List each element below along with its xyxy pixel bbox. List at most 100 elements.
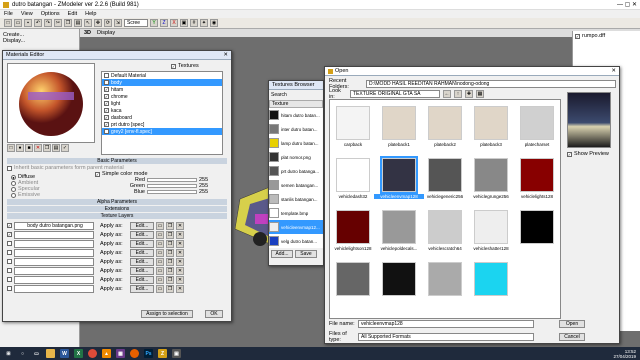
layer-copy-icon[interactable]: ❐	[166, 284, 174, 293]
lock-icon[interactable]: ▣	[180, 19, 188, 27]
edit-button[interactable]: Edit...	[130, 284, 154, 293]
material-item[interactable]: Default Material	[102, 72, 222, 79]
menu-help[interactable]: Help	[85, 11, 96, 17]
close-icon[interactable]: ✕	[223, 52, 228, 58]
light-icon[interactable]: ✦	[200, 19, 208, 27]
texture-item[interactable]: velg dutro batan...	[269, 234, 323, 248]
ambient-radio[interactable]	[11, 180, 16, 186]
select-icon[interactable]: ↖	[84, 19, 92, 27]
explorer-icon[interactable]	[46, 349, 55, 358]
taskview-icon[interactable]: ▭	[32, 349, 41, 358]
search-icon[interactable]: ○	[18, 349, 27, 358]
blue-value[interactable]: 255	[199, 189, 208, 195]
material-item[interactable]: body	[102, 79, 222, 86]
clock[interactable]: 13:52 27/04/2019	[613, 349, 640, 359]
green-bar[interactable]	[147, 184, 197, 188]
rotate-icon[interactable]: ⟳	[104, 19, 112, 27]
recent-folders-dropdown[interactable]: D:\MODD HASIL REEDITAN RAHMAN\nodong-odo…	[366, 80, 616, 88]
grid-icon[interactable]: #	[190, 19, 198, 27]
material-item[interactable]: ✓ grey2 [env-fl.spec]	[102, 128, 222, 135]
basic-params-header[interactable]: Basic Parameters	[7, 158, 227, 164]
material-item[interactable]: ✓ hitam	[102, 86, 222, 93]
undo-icon[interactable]: ↶	[34, 19, 42, 27]
layer-delete-icon[interactable]: ✕	[176, 248, 184, 257]
edit-button[interactable]: Edit...	[130, 221, 154, 230]
layer-copy-icon[interactable]: ❐	[166, 239, 174, 248]
layer-texture-field[interactable]	[14, 275, 94, 284]
material-checkbox[interactable]: ✓	[104, 129, 109, 134]
open-icon[interactable]: ▭	[14, 19, 22, 27]
texture-item[interactable]: prt dutro batanga...	[269, 164, 323, 178]
menu-file[interactable]: File	[4, 11, 13, 17]
assign-button[interactable]: Assign to selection	[141, 310, 193, 318]
save-button[interactable]: Save	[295, 250, 317, 258]
file-thumbnail[interactable]	[474, 210, 508, 244]
material-item[interactable]: ✓ light	[102, 100, 222, 107]
layer-texture-field[interactable]	[14, 230, 94, 239]
layer-copy-icon[interactable]: ❐	[166, 230, 174, 239]
specular-radio[interactable]	[11, 186, 16, 192]
layer-texture-field[interactable]	[14, 257, 94, 266]
back-icon[interactable]: ←	[443, 90, 451, 98]
edit-button[interactable]: Edit...	[130, 248, 154, 257]
file-thumbnail[interactable]	[382, 210, 416, 244]
delete-icon[interactable]: ✕	[34, 144, 42, 152]
layer-checkbox[interactable]	[7, 286, 12, 291]
file-thumbnail[interactable]	[336, 106, 370, 140]
up-folder-icon[interactable]: ↑	[454, 90, 462, 98]
textures-toggle[interactable]: ✓ Textures	[171, 63, 199, 69]
viewport-tab[interactable]: 3D	[84, 30, 91, 36]
axis-y-icon[interactable]: Y	[150, 19, 158, 27]
file-grid[interactable]: carpback plateback1 plateback2 plateback3 pl…	[329, 99, 561, 319]
file-thumbnail[interactable]	[428, 158, 462, 192]
layer-copy-icon[interactable]: ❐	[166, 275, 174, 284]
file-thumbnail[interactable]	[520, 106, 554, 140]
layer-checkbox[interactable]: ✓	[7, 223, 12, 228]
material-item[interactable]: ✓ kaca	[102, 107, 222, 114]
file-thumbnail[interactable]	[428, 210, 462, 244]
filetype-dropdown[interactable]: All Supported Formats	[358, 333, 534, 341]
edit-button[interactable]: Edit...	[130, 230, 154, 239]
file-thumbnail[interactable]	[336, 210, 370, 244]
layer-texture-field[interactable]	[14, 284, 94, 293]
app-task-icon[interactable]: ▣	[172, 349, 181, 358]
file-thumbnail[interactable]	[336, 262, 370, 296]
texture-item[interactable]: hitam dutro batan...	[269, 108, 323, 122]
layer-checkbox[interactable]	[7, 250, 12, 255]
layer-delete-icon[interactable]: ✕	[176, 266, 184, 275]
vlc-icon[interactable]: ▲	[102, 349, 111, 358]
file-thumbnail[interactable]	[520, 158, 554, 192]
layer-option-icon[interactable]: ▭	[156, 230, 164, 239]
copy-material-icon[interactable]: ❐	[43, 144, 51, 152]
file-thumbnail[interactable]	[474, 158, 508, 192]
cut-icon[interactable]: ✂	[54, 19, 62, 27]
layer-copy-icon[interactable]: ❐	[166, 266, 174, 275]
file-thumbnail[interactable]	[428, 262, 462, 296]
tree-item-rumpo[interactable]: rumpo.dff	[582, 33, 605, 39]
move-icon[interactable]: ✥	[94, 19, 102, 27]
viewport-display[interactable]: Display	[97, 30, 115, 36]
menu-edit[interactable]: Edit	[68, 11, 77, 17]
layer-checkbox[interactable]	[7, 241, 12, 246]
new-icon[interactable]: □	[4, 19, 12, 27]
paste-material-icon[interactable]: ▤	[52, 144, 60, 152]
material-checkbox[interactable]	[104, 80, 109, 85]
edit-button[interactable]: Edit...	[130, 275, 154, 284]
file-thumbnail[interactable]	[474, 106, 508, 140]
texture-item[interactable]: lamp dutro batan...	[269, 136, 323, 150]
diffuse-radio[interactable]: ●	[11, 174, 16, 180]
layer-texture-field[interactable]: body dutro batangan.png	[14, 221, 94, 230]
layer-delete-icon[interactable]: ✕	[176, 221, 184, 230]
search-label[interactable]: Search	[269, 90, 323, 100]
material-item[interactable]: ✓ dasboard	[102, 114, 222, 121]
blue-bar[interactable]	[147, 190, 197, 194]
layer-copy-icon[interactable]: ❐	[166, 257, 174, 266]
show-preview-toggle[interactable]: ✓ Show Preview	[567, 151, 609, 157]
window-controls[interactable]: — ▢ ✕	[617, 1, 637, 8]
layer-delete-icon[interactable]: ✕	[176, 239, 184, 248]
sphere-icon[interactable]: ●	[16, 144, 24, 152]
filename-input[interactable]: vehicleenvmap128	[358, 320, 534, 328]
texture-item[interactable]: inter dutro batan...	[269, 122, 323, 136]
open-button[interactable]: Open	[559, 320, 585, 328]
material-checkbox[interactable]	[104, 73, 109, 78]
